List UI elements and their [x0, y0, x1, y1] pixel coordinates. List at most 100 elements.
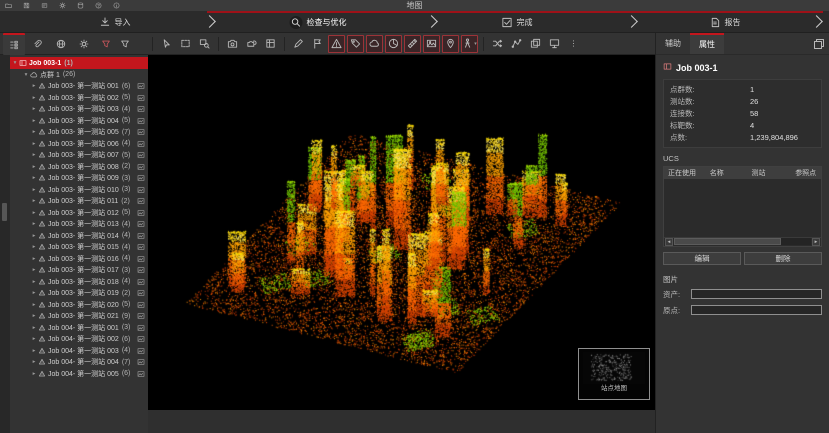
- tree-item-station[interactable]: ▸Job 003- 第一测站 014(4): [10, 230, 148, 242]
- station-thumbnail-icon[interactable]: [137, 220, 145, 228]
- select-arrow-button[interactable]: [158, 35, 175, 53]
- rect-select-button[interactable]: [177, 35, 194, 53]
- tree-item-station[interactable]: ▸Job 003- 第一测站 011(2): [10, 196, 148, 208]
- settings-button[interactable]: [74, 33, 96, 55]
- tree-item-station[interactable]: ▸Job 004- 第一测站 002(6): [10, 334, 148, 346]
- origin-input[interactable]: [691, 305, 822, 315]
- camera-cloud-button[interactable]: [243, 35, 260, 53]
- workflow-step-1[interactable]: 导入: [100, 11, 131, 33]
- tree-item-pointcloud-group[interactable]: ▾ 点群 1 (26): [10, 69, 148, 81]
- ruler-button[interactable]: [404, 35, 421, 53]
- pie-chart-button[interactable]: [385, 35, 402, 53]
- scrollbar-track[interactable]: [674, 238, 811, 245]
- station-thumbnail-icon[interactable]: [137, 324, 145, 332]
- expander-icon[interactable]: ▸: [31, 302, 37, 308]
- station-thumbnail-icon[interactable]: [137, 82, 145, 90]
- tree-item-station[interactable]: ▸Job 003- 第一测站 012(5): [10, 207, 148, 219]
- tree-item-station[interactable]: ▸Job 003- 第一测站 006(4): [10, 138, 148, 150]
- cloud-button[interactable]: [366, 35, 383, 53]
- viewport-3d[interactable]: 站点地图: [148, 55, 655, 410]
- expander-icon[interactable]: ▸: [31, 210, 37, 216]
- station-thumbnail-icon[interactable]: [137, 370, 145, 378]
- tree-item-station[interactable]: ▸Job 003- 第一测站 005(7): [10, 127, 148, 139]
- expander-icon[interactable]: ▸: [31, 83, 37, 89]
- ucs-column-header[interactable]: 名称: [706, 168, 748, 178]
- tab-properties[interactable]: 属性: [690, 33, 724, 54]
- expander-icon[interactable]: ▸: [31, 187, 37, 193]
- expander-icon[interactable]: ▸: [31, 348, 37, 354]
- tree-item-station[interactable]: ▸Job 003- 第一测站 013(4): [10, 219, 148, 231]
- expander-icon[interactable]: ▸: [31, 336, 37, 342]
- station-thumbnail-icon[interactable]: [137, 186, 145, 194]
- clip-button[interactable]: [27, 33, 49, 55]
- expander-icon[interactable]: ▸: [31, 256, 37, 262]
- filter-button[interactable]: [116, 35, 133, 53]
- station-thumbnail-icon[interactable]: [137, 255, 145, 263]
- delete-button[interactable]: 删除: [744, 252, 822, 265]
- tree-item-station[interactable]: ▸Job 003- 第一测站 004(5): [10, 115, 148, 127]
- location-pin-button[interactable]: [442, 35, 459, 53]
- warning-triangle-button[interactable]: [328, 35, 345, 53]
- expander-icon[interactable]: ▸: [31, 106, 37, 112]
- tree-item-station[interactable]: ▸Job 003- 第一测站 020(5): [10, 299, 148, 311]
- tag-button[interactable]: [347, 35, 364, 53]
- station-thumbnail-icon[interactable]: [137, 335, 145, 343]
- station-thumbnail-icon[interactable]: [137, 197, 145, 205]
- ucs-column-header[interactable]: 测站: [747, 168, 791, 178]
- camera-button[interactable]: [224, 35, 241, 53]
- station-thumbnail-icon[interactable]: [137, 312, 145, 320]
- tree-item-station[interactable]: ▸Job 003- 第一测站 007(5): [10, 150, 148, 162]
- workflow-step-4[interactable]: 报告: [710, 11, 741, 33]
- expander-icon[interactable]: ▸: [31, 175, 37, 181]
- tree-item-station[interactable]: ▸Job 003- 第一测站 009(3): [10, 173, 148, 185]
- monitor-button[interactable]: [546, 35, 563, 53]
- station-thumbnail-icon[interactable]: [137, 358, 145, 366]
- station-thumbnail-icon[interactable]: [137, 289, 145, 297]
- tree-item-station[interactable]: ▸Job 004- 第一测站 003(4): [10, 345, 148, 357]
- expander-icon[interactable]: ▸: [31, 233, 37, 239]
- station-thumbnail-icon[interactable]: [137, 347, 145, 355]
- scrollbar-thumb[interactable]: [674, 238, 781, 245]
- asset-input[interactable]: [691, 289, 822, 299]
- station-thumbnail-icon[interactable]: [137, 278, 145, 286]
- tree-item-job[interactable]: ▾ Job 003-1 (1): [10, 57, 148, 69]
- tab-auxiliary[interactable]: 辅助: [656, 33, 690, 54]
- toolbar-overflow-button[interactable]: ⋮: [565, 35, 582, 53]
- expander-icon[interactable]: ▸: [31, 221, 37, 227]
- station-thumbnail-icon[interactable]: [137, 232, 145, 240]
- expander-icon[interactable]: ▸: [31, 313, 37, 319]
- station-thumbnail-icon[interactable]: [137, 243, 145, 251]
- globe-button[interactable]: [50, 33, 72, 55]
- tree-item-station[interactable]: ▸Job 003- 第一测站 018(4): [10, 276, 148, 288]
- workflow-step-3[interactable]: 完成: [502, 11, 533, 33]
- edit-button[interactable]: 编辑: [663, 252, 741, 265]
- expander-icon[interactable]: ▸: [31, 141, 37, 147]
- station-thumbnail-icon[interactable]: [137, 174, 145, 182]
- ucs-column-header[interactable]: 参照点: [791, 168, 821, 178]
- station-thumbnail-icon[interactable]: [137, 151, 145, 159]
- zoom-window-button[interactable]: [196, 35, 213, 53]
- panel-layout-icon[interactable]: [813, 33, 825, 54]
- expander-icon[interactable]: ▸: [31, 129, 37, 135]
- expander-icon[interactable]: ▸: [31, 152, 37, 158]
- workflow-step-2[interactable]: 检查与优化: [290, 11, 347, 33]
- collapsed-panel-strip[interactable]: [0, 55, 10, 433]
- scroll-right-button[interactable]: ►: [812, 238, 820, 246]
- flag-button[interactable]: [309, 35, 326, 53]
- tree-item-station[interactable]: ▸Job 004- 第一测站 001(3): [10, 322, 148, 334]
- expander-icon[interactable]: ▸: [31, 267, 37, 273]
- tree-item-station[interactable]: ▸Job 003- 第一测站 001(6): [10, 81, 148, 93]
- expander-icon[interactable]: ▸: [31, 325, 37, 331]
- expander-icon[interactable]: ▸: [31, 198, 37, 204]
- shuffle-button[interactable]: [489, 35, 506, 53]
- tree-item-station[interactable]: ▸Job 004- 第一测站 005(6): [10, 368, 148, 380]
- minimap[interactable]: 站点地图: [578, 348, 650, 400]
- tree-item-station[interactable]: ▸Job 003- 第一测站 015(4): [10, 242, 148, 254]
- expander-icon[interactable]: ▸: [31, 118, 37, 124]
- tree-item-station[interactable]: ▸Job 003- 第一测站 008(2): [10, 161, 148, 173]
- tree-item-station[interactable]: ▸Job 003- 第一测站 019(2): [10, 288, 148, 300]
- cube-button[interactable]: [262, 35, 279, 53]
- ucs-column-header[interactable]: 正在使用: [664, 168, 706, 178]
- scroll-left-button[interactable]: ◄: [665, 238, 673, 246]
- station-thumbnail-icon[interactable]: [137, 140, 145, 148]
